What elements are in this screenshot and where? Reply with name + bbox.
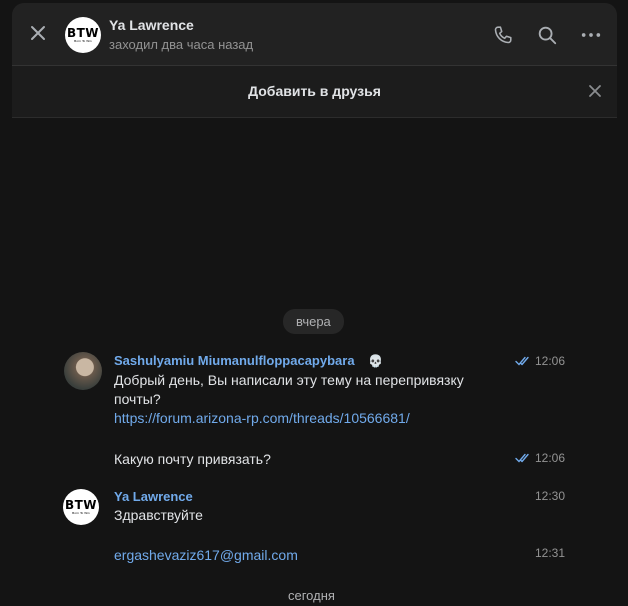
- message-text: Здравствуйте: [114, 507, 203, 523]
- contact-name[interactable]: Ya Lawrence: [109, 17, 194, 33]
- message-time: 12:30: [535, 489, 566, 503]
- message-link[interactable]: ergashevaziz617@gmail.com: [114, 547, 298, 563]
- date-separator: вчера: [283, 309, 344, 334]
- close-icon[interactable]: [588, 84, 602, 98]
- message-text: Какую почту привязать?: [114, 451, 271, 467]
- message-text: Добрый день, Вы написали эту тему на пер…: [114, 372, 464, 388]
- message-text: почты?: [114, 391, 161, 407]
- avatar[interactable]: BTW Born To Win: [65, 17, 101, 53]
- avatar-text: BTW: [64, 498, 98, 512]
- read-check-icon: [515, 453, 529, 463]
- add-friend-button[interactable]: Добавить в друзья: [12, 83, 617, 99]
- more-icon[interactable]: [580, 24, 602, 46]
- sender-name[interactable]: Ya Lawrence: [114, 489, 193, 504]
- skull-icon: 💀: [368, 354, 383, 368]
- message-time: 12:31: [535, 546, 566, 560]
- message-link[interactable]: https://forum.arizona-rp.com/threads/105…: [114, 410, 410, 426]
- contact-status: заходил два часа назад: [109, 37, 254, 52]
- avatar[interactable]: [64, 352, 102, 390]
- add-friend-bar: Добавить в друзья: [12, 66, 617, 118]
- search-icon[interactable]: [536, 24, 558, 46]
- message-time: 12:06: [535, 354, 566, 368]
- close-icon[interactable]: [28, 23, 48, 43]
- message-time: 12:06: [535, 451, 566, 465]
- avatar[interactable]: BTW Born To Win: [63, 489, 99, 525]
- phone-icon[interactable]: [492, 24, 514, 46]
- chat-window: BTW Born To Win Ya Lawrence заходил два …: [12, 3, 617, 606]
- chat-header: BTW Born To Win Ya Lawrence заходил два …: [12, 3, 617, 66]
- sender-name[interactable]: Sashulyamiu Miumanulfloppacapybara: [114, 353, 355, 368]
- avatar-text: BTW: [66, 26, 100, 40]
- date-separator: сегодня: [288, 588, 335, 603]
- read-check-icon: [515, 356, 529, 366]
